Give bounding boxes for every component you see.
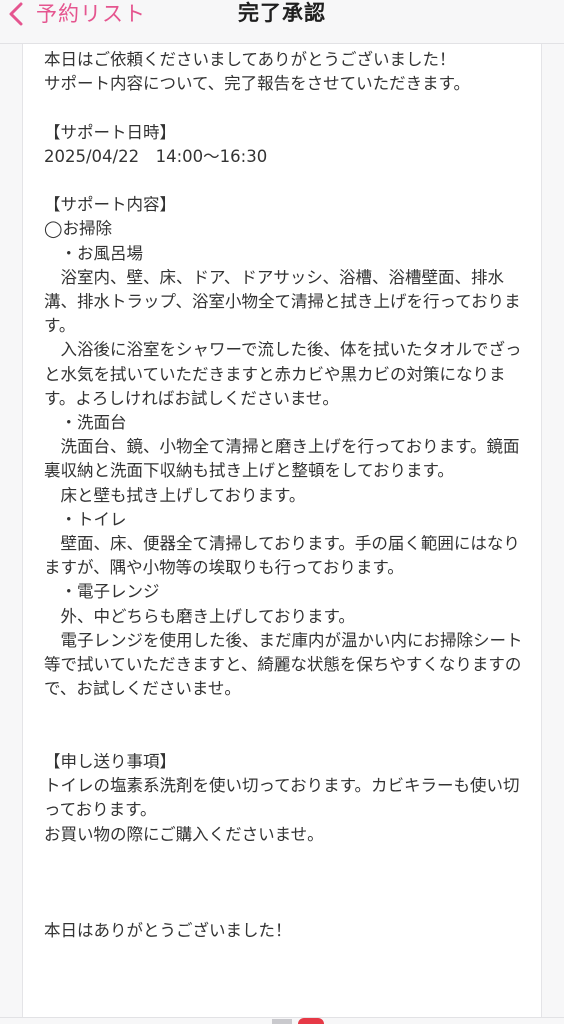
content-heading: 【サポート内容】 xyxy=(44,195,176,215)
toilet-heading: ・トイレ xyxy=(44,509,127,529)
chevron-left-icon xyxy=(9,2,23,26)
bath-heading: ・お風呂場 xyxy=(44,243,144,263)
back-button[interactable]: 予約リスト xyxy=(8,0,146,28)
tab-icon[interactable] xyxy=(272,1019,292,1024)
report-message: 本日はご依頼くださいましてありがとうございました！ サポート内容について、完了報… xyxy=(44,48,524,944)
app-screen: 予約リスト 完了承認 本日はご依頼くださいましてありがとうございました！ サポー… xyxy=(0,0,564,1024)
navigation-bar: 予約リスト 完了承認 xyxy=(0,0,564,44)
toilet-text: 壁面、床、便器全て清掃しております。手の届く範囲にはなりますが、隅や小物等の埃取… xyxy=(44,534,520,578)
microwave-tip: 電子レンジを使用した後、まだ庫内が温かい内にお掃除シート等で拭いていただきますと… xyxy=(44,630,523,699)
back-button-label: 予約リスト xyxy=(36,2,146,26)
microwave-heading: ・電子レンジ xyxy=(44,582,160,602)
closing-text: 本日はありがとうございました！ xyxy=(44,921,292,941)
datetime-heading: 【サポート日時】 xyxy=(44,122,176,142)
datetime-value: 2025/04/22 14:00〜16:30 xyxy=(44,146,268,166)
bath-tip: 入浴後に浴室をシャワーで流した後、体を拭いたタオルでざっと水気を拭いていただきま… xyxy=(44,340,522,408)
report-card: 本日はご依頼くださいましてありがとうございました！ サポート内容について、完了報… xyxy=(22,44,542,1024)
cleaning-heading: ◯お掃除 xyxy=(44,219,112,239)
greeting-text: 本日はご依頼くださいましてありがとうございました！ サポート内容について、完了報… xyxy=(44,50,471,94)
notes-heading: 【申し送り事項】 xyxy=(44,751,176,771)
sink-text: 洗面台、鏡、小物全て清掃と磨き上げを行っております。鏡面裏収納と洗面下収納も拭き… xyxy=(44,437,520,481)
sink-text-2: 床と壁も拭き上げしております。 xyxy=(44,485,306,505)
microwave-text: 外、中どちらも磨き上げしております。 xyxy=(44,606,355,626)
bath-text: 浴室内、壁、床、ドア、ドアサッシ、浴槽、浴槽壁面、排水溝、排水トラップ、浴室小物… xyxy=(44,267,521,336)
notes-text: トイレの塩素系洗剤を使い切っております。カビキラーも使い切っております。 お買い… xyxy=(44,776,520,844)
sink-heading: ・洗面台 xyxy=(44,413,127,433)
notification-badge xyxy=(298,1018,324,1024)
bottom-tab-bar xyxy=(0,1017,564,1024)
